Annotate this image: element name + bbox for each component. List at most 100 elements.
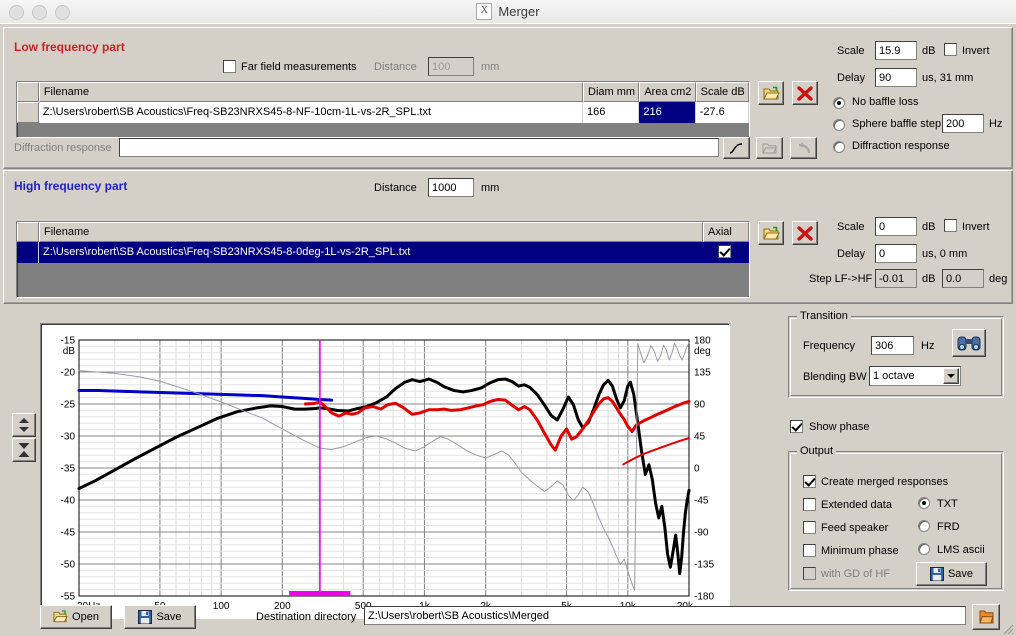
diffraction-curve-button[interactable] [723,137,750,159]
chart-svg: -15 -20 -25 -30 -35 -40 -45 -50 -55 dB 180 135 90 45 0… [61,336,715,613]
radio-sphere-baffle-step[interactable] [833,119,845,131]
folder-open-icon [53,610,68,623]
lf-file-table[interactable]: Filename Diam mm Area cm2 Scale dB Z:\Us… [16,81,750,138]
lf-scale-input[interactable] [875,41,917,60]
format-lms-radio[interactable] [918,543,930,555]
hf-table-row[interactable]: Z:\Users\robert\SB Acoustics\Freq-SB23NR… [17,242,749,263]
lf-cell-scale[interactable]: -27.6 [696,102,749,123]
svg-text:-30: -30 [61,432,76,443]
lf-cell-diam[interactable]: 166 [583,102,640,123]
transition-frequency-input[interactable] [871,336,914,355]
diffraction-response-input[interactable] [119,138,719,157]
far-field-checkbox[interactable] [223,60,236,73]
transition-frequency-label: Frequency [803,340,855,352]
folder-open-disabled-icon [762,143,777,153]
show-phase-checkbox[interactable] [790,420,803,433]
folder-open-icon [762,226,780,239]
sphere-baffle-unit: Hz [989,118,1003,130]
lf-delay-unit: us, 31 mm [922,72,974,84]
lf-th-diam[interactable]: Diam mm [583,82,640,102]
undo-arrow-icon [798,141,810,153]
svg-text:-135: -135 [694,560,714,571]
extended-data-checkbox[interactable] [803,498,816,511]
folder-open-icon [762,86,780,99]
low-frequency-panel: Low frequency part Far field measurement… [3,27,1013,169]
lf-th-area[interactable]: Area cm2 [639,82,696,102]
blending-bw-label: Blending BW [803,371,867,383]
chevron-down-icon[interactable] [943,368,959,384]
lf-distance-input[interactable] [428,57,474,76]
lf-row-gutter[interactable] [17,102,39,123]
resize-grip[interactable] [1000,621,1014,635]
minimum-phase-checkbox[interactable] [803,544,816,557]
chart-compress-vertical-button[interactable] [12,438,36,462]
lf-distance-unit: mm [481,61,500,73]
hf-distance-input[interactable] [428,178,474,197]
step-db-input [875,269,917,288]
radio-diffraction-response[interactable] [833,141,845,153]
svg-text:100: 100 [213,601,230,612]
hf-invert-checkbox[interactable] [944,219,957,232]
transition-frequency-unit: Hz [921,340,935,352]
chart-expand-vertical-button[interactable] [12,413,36,437]
response-chart[interactable]: -15 -20 -25 -30 -35 -40 -45 -50 -55 dB 180 135 90 45 0… [40,323,730,619]
floppy-disk-icon [138,610,153,624]
feed-speaker-checkbox[interactable] [803,521,816,534]
create-merged-responses-checkbox[interactable] [803,475,816,488]
hf-delay-input[interactable] [875,244,917,263]
svg-text:dB: dB [63,346,76,357]
curve-icon [729,142,743,154]
sphere-baffle-input[interactable] [942,114,984,133]
high-frequency-panel: High frequency part Distance mm Filename… [3,170,1013,304]
output-save-button[interactable]: Save [916,562,987,586]
radio-diffraction-response-label: Diffraction response [852,140,950,152]
hf-file-table[interactable]: Filename Axial Z:\Users\robert\SB Acoust… [16,221,750,298]
lf-th-gutter [17,82,39,102]
lf-invert-label: Invert [962,45,990,57]
hf-remove-file-button[interactable] [792,221,818,245]
hf-cell-filename[interactable]: Z:\Users\robert\SB Acoustics\Freq-SB23NR… [39,242,703,263]
hf-axial-checkbox[interactable] [718,245,731,258]
browse-destination-button[interactable] [972,604,1000,630]
hf-scale-input[interactable] [875,217,917,236]
format-txt-radio[interactable] [918,497,930,509]
svg-text:-180: -180 [694,592,714,603]
hf-th-axial[interactable]: Axial [703,222,749,242]
step-deg-input [942,269,984,288]
red-x-icon [797,225,813,241]
transition-caption: Transition [797,310,851,322]
lf-delay-input[interactable] [875,68,917,87]
lf-open-file-button[interactable] [758,81,784,105]
lf-table-row[interactable]: Z:\Users\robert\SB Acoustics\Freq-SB23NR… [17,102,749,123]
radio-sphere-baffle-step-label: Sphere baffle step [852,118,942,130]
hf-th-filename[interactable]: Filename [39,222,703,242]
hf-distance-label: Distance [374,182,417,194]
low-frequency-title: Low frequency part [14,40,125,54]
svg-text:135: 135 [694,368,711,379]
footer-open-button[interactable]: Open [40,605,112,629]
footer-open-label: Open [72,611,99,623]
chart-gridlines [78,339,690,597]
destination-directory-label: Destination directory [256,611,357,623]
lf-table-header: Filename Diam mm Area cm2 Scale dB [17,82,749,102]
lf-invert-checkbox[interactable] [944,43,957,56]
format-frd-radio[interactable] [918,520,930,532]
lf-cell-area[interactable]: 216 [639,102,696,123]
hf-distance-unit: mm [481,182,500,194]
radio-no-baffle-loss[interactable] [833,97,845,109]
lf-scale-unit: dB [922,45,936,57]
hf-cell-axial[interactable] [703,242,749,263]
destination-directory-input[interactable] [364,606,966,625]
hf-delay-unit: us, 0 mm [922,248,968,260]
hf-row-gutter[interactable] [17,242,39,263]
auto-transition-button[interactable] [952,329,986,357]
lf-th-scale[interactable]: Scale dB [695,82,749,102]
lf-cell-filename[interactable]: Z:\Users\robert\SB Acoustics\Freq-SB23NR… [39,102,584,123]
lf-remove-file-button[interactable] [792,81,818,105]
lf-scale-label: Scale [837,45,865,57]
footer-save-button[interactable]: Save [124,605,196,629]
blending-bw-select[interactable]: 1 octave [869,366,961,386]
feed-speaker-label: Feed speaker [821,522,889,534]
lf-th-filename[interactable]: Filename [38,82,583,102]
hf-open-file-button[interactable] [758,221,784,245]
